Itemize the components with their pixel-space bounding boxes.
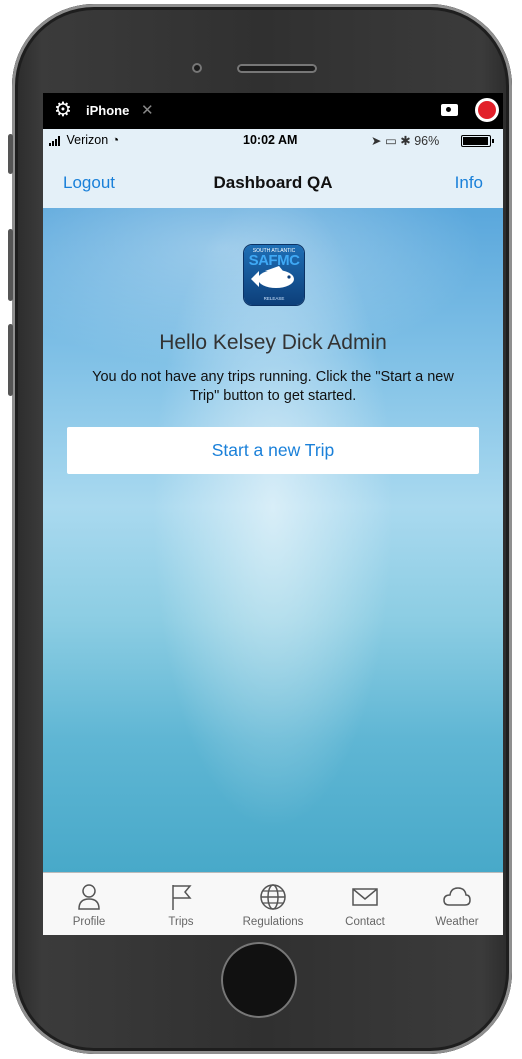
camera-icon[interactable]	[441, 104, 458, 116]
globe-icon	[260, 884, 286, 910]
record-icon[interactable]	[475, 98, 499, 122]
battery-percent: 96%	[414, 134, 440, 148]
start-new-trip-button[interactable]: Start a new Trip	[67, 427, 479, 474]
person-icon	[78, 884, 100, 910]
tab-contact[interactable]: Contact	[319, 873, 411, 935]
info-button[interactable]: Info	[455, 173, 483, 193]
tab-label: Weather	[435, 916, 479, 928]
tab-label: Trips	[168, 916, 194, 928]
tab-label: Profile	[72, 916, 106, 928]
home-button[interactable]	[221, 942, 297, 1018]
earpiece-speaker	[237, 64, 317, 73]
simulator-toolbar: ⚙ iPhone ✕	[43, 93, 503, 129]
logo-bottom-text: RELEASE	[263, 296, 285, 301]
simulator-title: iPhone	[86, 103, 130, 118]
front-camera	[192, 63, 202, 73]
envelope-icon	[352, 888, 378, 906]
carrier-name: Verizon	[66, 133, 109, 147]
battery-icon	[461, 135, 494, 147]
logout-button[interactable]: Logout	[63, 173, 115, 193]
status-bar: Verizon ◔ 10:02 AM ➤ ▭ ✱ 96%	[43, 129, 503, 151]
gear-icon[interactable]: ⚙	[54, 100, 72, 120]
greeting-text: Hello Kelsey Dick Admin	[159, 331, 387, 354]
location-icon: ➤	[371, 134, 382, 148]
navigation-bar: Dashboard QA Logout Info	[43, 151, 503, 209]
phone-screen: ⚙ iPhone ✕ Verizon ◔ 10:02 AM ➤ ▭ ✱ 96% …	[43, 93, 503, 935]
volume-up-button	[8, 229, 13, 301]
no-trips-message: You do not have any trips running. Click…	[92, 369, 454, 404]
bluetooth-icon: ✱	[400, 134, 411, 148]
status-time: 10:02 AM	[243, 133, 298, 147]
dashboard-content: SOUTH ATLANTIC SAFMC RELEASE Hello Kelse…	[43, 208, 503, 872]
tab-label: Regulations	[242, 916, 304, 928]
tab-bar: Profile Trips Regulations Contact Weathe…	[43, 872, 503, 935]
cloud-icon	[443, 887, 471, 906]
signal-icon	[49, 135, 60, 146]
tab-weather[interactable]: Weather	[411, 873, 503, 935]
flag-icon	[172, 885, 192, 910]
screen-mirror-icon: ▭	[384, 134, 397, 148]
fish-icon	[251, 266, 294, 288]
app-logo: SOUTH ATLANTIC SAFMC RELEASE	[244, 245, 304, 305]
tab-trips[interactable]: Trips	[135, 873, 227, 935]
volume-down-button	[8, 324, 13, 396]
tab-regulations[interactable]: Regulations	[227, 873, 319, 935]
tab-label: Contact	[345, 916, 385, 928]
tab-profile[interactable]: Profile	[43, 873, 135, 935]
close-icon[interactable]: ✕	[141, 101, 154, 119]
wifi-icon: ◔	[111, 133, 120, 147]
mute-switch	[8, 134, 13, 174]
